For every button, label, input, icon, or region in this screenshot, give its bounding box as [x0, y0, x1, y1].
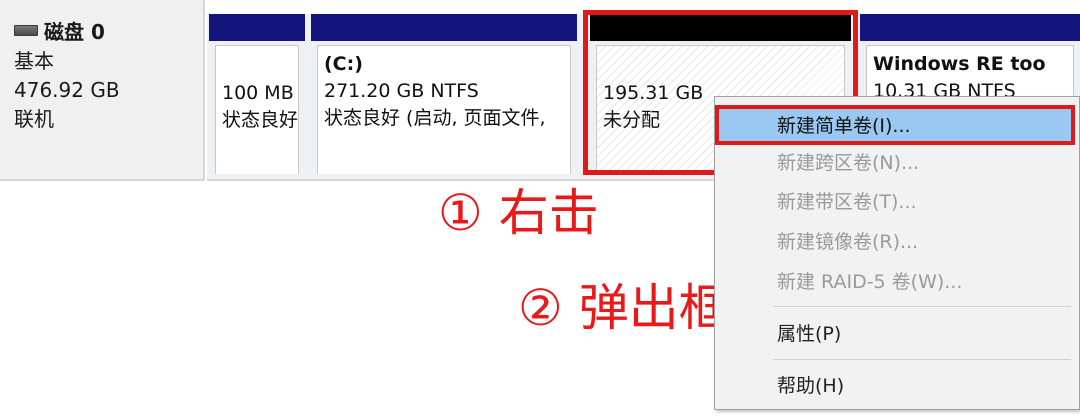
partition-status: 状态良好 (启动, 页面文件,: [324, 107, 546, 129]
partition-bar: [590, 14, 851, 41]
partition-body: (C:) 271.20 GB NTFS 状态良好 (启动, 页面文件,: [317, 45, 571, 174]
menu-separator: [773, 306, 1071, 307]
disk-info-panel[interactable]: 磁盘 0 基本 476.92 GB 联机: [0, 0, 205, 181]
disk-type: 基本: [14, 49, 54, 73]
partition-size: 100 MB: [222, 82, 294, 104]
annotation-popup: ② 弹出框: [518, 279, 729, 337]
disk-title: 磁盘 0: [44, 20, 105, 44]
partition-bar: [209, 14, 305, 41]
menu-item-new-mirrored-volume[interactable]: 新建镜像卷(R)...: [719, 225, 1072, 259]
disk-title-row: 磁盘 0: [14, 18, 203, 47]
disk-status: 联机: [14, 107, 54, 131]
menu-separator: [773, 359, 1071, 360]
menu-item-properties[interactable]: 属性(P): [719, 317, 1072, 351]
disk-drive-icon: [14, 25, 38, 36]
partition-status: 状态良好: [222, 109, 299, 131]
disk-size: 476.92 GB: [14, 78, 120, 102]
partition-c-drive[interactable]: (C:) 271.20 GB NTFS 状态良好 (启动, 页面文件,: [311, 14, 577, 174]
menu-item-new-striped-volume[interactable]: 新建带区卷(T)...: [719, 185, 1072, 219]
partition-size: 271.20 GB NTFS: [324, 80, 479, 102]
disk-management-view: 磁盘 0 基本 476.92 GB 联机 100 MB 状态良好 (C:) 27…: [0, 0, 1080, 420]
menu-item-new-simple-volume[interactable]: 新建简单卷(I)...: [719, 109, 1072, 143]
partition-efi[interactable]: 100 MB 状态良好: [209, 14, 305, 174]
partition-bar: [860, 14, 1080, 41]
annotation-right-click: ① 右击: [438, 184, 599, 242]
partition-bar: [311, 14, 577, 41]
context-menu: 新建简单卷(I)... 新建跨区卷(N)... 新建带区卷(T)... 新建镜像…: [714, 96, 1080, 410]
partition-name: Windows RE too: [873, 53, 1046, 75]
menu-item-help[interactable]: 帮助(H): [719, 369, 1072, 403]
menu-item-new-raid5-volume[interactable]: 新建 RAID-5 卷(W)...: [719, 265, 1072, 299]
partition-name: (C:): [324, 53, 363, 75]
partition-body: 100 MB 状态良好: [215, 45, 299, 174]
menu-item-new-spanned-volume[interactable]: 新建跨区卷(N)...: [719, 146, 1072, 180]
